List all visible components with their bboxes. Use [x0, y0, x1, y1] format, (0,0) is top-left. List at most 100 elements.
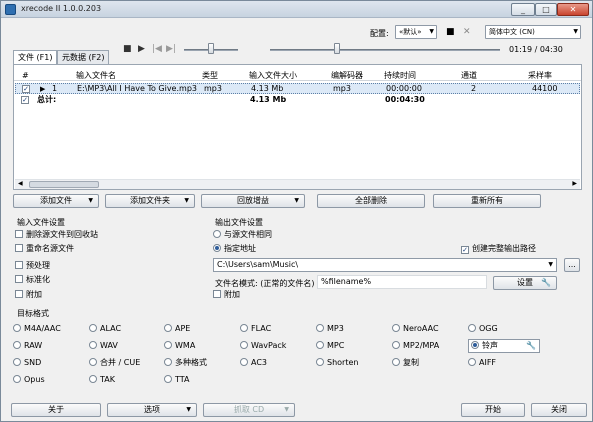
volume-slider-thumb[interactable]: [208, 43, 214, 54]
config-select[interactable]: «默认» ▼: [395, 25, 437, 39]
col-type[interactable]: 类型: [202, 70, 218, 81]
create-full-path-checkbox[interactable]: ✓ 创建完整输出路径: [461, 244, 536, 254]
radio[interactable]: [316, 341, 324, 349]
col-duration[interactable]: 持续时间: [384, 70, 416, 81]
radio[interactable]: [240, 324, 248, 332]
stop-icon[interactable]: ■: [123, 44, 132, 54]
reset-all-button[interactable]: 重新所有: [433, 194, 541, 208]
checkbox[interactable]: [15, 290, 23, 298]
minimize-button[interactable]: _: [511, 3, 535, 16]
format-option[interactable]: FLAC: [240, 324, 271, 334]
radio[interactable]: [164, 341, 172, 349]
format-option[interactable]: OGG: [468, 324, 498, 334]
radio[interactable]: [240, 341, 248, 349]
checkbox[interactable]: [15, 244, 23, 252]
row-checkbox[interactable]: ✓: [22, 85, 30, 93]
start-button[interactable]: 开始: [461, 403, 525, 417]
format-option[interactable]: ALAC: [89, 324, 121, 334]
radio[interactable]: [316, 324, 324, 332]
format-option[interactable]: 合并 / CUE: [89, 358, 140, 368]
filename-pattern-field[interactable]: %filename%: [317, 275, 487, 289]
browse-button[interactable]: ...: [564, 258, 580, 272]
language-select[interactable]: 简体中文 (CN) ▼: [485, 25, 581, 39]
checkbox[interactable]: [15, 261, 23, 269]
radio[interactable]: [89, 358, 97, 366]
format-option[interactable]: WAV: [89, 341, 118, 351]
format-option[interactable]: Shorten: [316, 358, 358, 368]
radio[interactable]: [164, 324, 172, 332]
file-list[interactable]: # 输入文件名 类型 输入文件大小 编解码器 持续时间 通道 采样率 ✓ ▶ 1…: [13, 64, 582, 190]
radio[interactable]: [89, 341, 97, 349]
tab-metadata[interactable]: 元数据 (F2): [57, 50, 110, 64]
radio[interactable]: [164, 375, 172, 383]
add-file-button[interactable]: 添加文件 ▼: [13, 194, 99, 208]
delete-source-checkbox[interactable]: 删除源文件到回收站: [15, 230, 98, 240]
format-option[interactable]: 铃声 🔧: [468, 339, 540, 353]
tab-files[interactable]: 文件 (F1): [13, 50, 58, 65]
radio[interactable]: [468, 358, 476, 366]
radio[interactable]: [471, 341, 479, 349]
col-samplerate[interactable]: 采样率: [528, 70, 552, 81]
format-option[interactable]: APE: [164, 324, 190, 334]
total-checkbox[interactable]: ✓: [21, 96, 29, 104]
format-option[interactable]: 复制: [392, 358, 419, 368]
settings-button[interactable]: 设置 🔧: [493, 276, 557, 290]
radio[interactable]: [240, 358, 248, 366]
horizontal-scrollbar[interactable]: ◀ ▶: [15, 179, 580, 189]
radio[interactable]: [392, 324, 400, 332]
close-window-button[interactable]: ✕: [557, 3, 589, 16]
about-button[interactable]: 关于: [11, 403, 101, 417]
options-button[interactable]: 选项 ▼: [107, 403, 197, 417]
radio[interactable]: [89, 375, 97, 383]
output-path-field[interactable]: C:\Users\sam\Music\ ▼: [213, 258, 557, 272]
position-slider[interactable]: [270, 49, 500, 51]
specified-path-radio[interactable]: 指定地址: [213, 244, 256, 254]
format-option[interactable]: RAW: [13, 341, 42, 351]
preprocess-checkbox[interactable]: 预处理: [15, 261, 50, 271]
scrollbar-thumb[interactable]: [29, 181, 99, 188]
format-option[interactable]: MPC: [316, 341, 344, 351]
checkbox[interactable]: [15, 275, 23, 283]
format-option[interactable]: 多种格式: [164, 358, 207, 368]
format-option[interactable]: WMA: [164, 341, 195, 351]
table-row[interactable]: ✓ ▶ 1 E:\MP3\All I Have To Give.mp3 mp3 …: [15, 83, 580, 94]
checkbox[interactable]: ✓: [461, 246, 469, 254]
delete-config-icon[interactable]: ✕: [463, 27, 471, 37]
format-option[interactable]: MP3: [316, 324, 344, 334]
radio[interactable]: [392, 358, 400, 366]
scroll-right-icon[interactable]: ▶: [572, 180, 577, 187]
play-icon[interactable]: ▶: [138, 44, 145, 54]
close-button[interactable]: 关闭: [531, 403, 587, 417]
append-output-checkbox[interactable]: 附加: [213, 290, 240, 300]
maximize-button[interactable]: □: [535, 3, 557, 16]
add-folder-button[interactable]: 添加文件夹 ▼: [105, 194, 195, 208]
col-size[interactable]: 输入文件大小: [249, 70, 297, 81]
radio[interactable]: [89, 324, 97, 332]
radio[interactable]: [213, 244, 221, 252]
format-option[interactable]: M4A/AAC: [13, 324, 61, 334]
previous-icon[interactable]: |◀: [152, 44, 162, 54]
format-option[interactable]: TAK: [89, 375, 115, 385]
remove-all-button[interactable]: 全部删除: [317, 194, 425, 208]
format-option[interactable]: SND: [13, 358, 41, 368]
rename-source-checkbox[interactable]: 重命名源文件: [15, 244, 74, 254]
radio[interactable]: [13, 324, 21, 332]
radio[interactable]: [13, 341, 21, 349]
next-icon[interactable]: ▶|: [166, 44, 176, 54]
format-option[interactable]: TTA: [164, 375, 189, 385]
format-option[interactable]: AIFF: [468, 358, 496, 368]
format-option[interactable]: WavPack: [240, 341, 286, 351]
wrench-icon[interactable]: 🔧: [526, 341, 536, 351]
radio[interactable]: [13, 358, 21, 366]
checkbox[interactable]: [213, 290, 221, 298]
radio[interactable]: [468, 324, 476, 332]
same-as-source-radio[interactable]: 与源文件相同: [213, 230, 272, 240]
normalize-checkbox[interactable]: 标准化: [15, 275, 50, 285]
col-num[interactable]: #: [22, 70, 29, 81]
format-option[interactable]: AC3: [240, 358, 267, 368]
position-slider-thumb[interactable]: [334, 43, 340, 54]
col-filename[interactable]: 输入文件名: [76, 70, 116, 81]
format-option[interactable]: NeroAAC: [392, 324, 439, 334]
format-option[interactable]: Opus: [13, 375, 45, 385]
scroll-left-icon[interactable]: ◀: [18, 180, 23, 187]
